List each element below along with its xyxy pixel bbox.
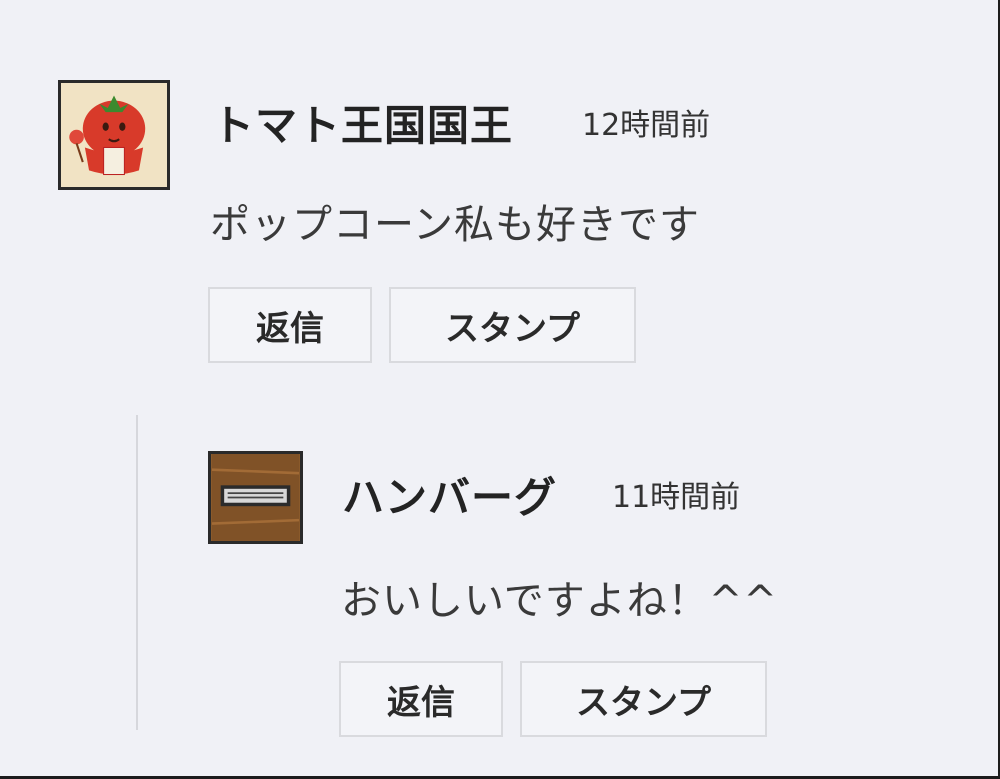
comment-timestamp: 11時間前 [612, 480, 741, 515]
comment-timestamp: 12時間前 [582, 108, 711, 143]
tomato-icon [62, 83, 166, 187]
reply-button[interactable]: 返信 [339, 661, 503, 737]
comment-text: おいしいですよね！^^ [341, 578, 778, 624]
avatar[interactable] [58, 80, 170, 190]
stamp-button[interactable]: スタンプ [389, 287, 636, 363]
stamp-button[interactable]: スタンプ [520, 661, 767, 737]
reply-thread-line [136, 415, 138, 730]
avatar[interactable] [208, 451, 303, 544]
comment-author[interactable]: ハンバーグ [342, 464, 557, 525]
reply-button[interactable]: 返信 [208, 287, 372, 363]
wood-plaque-icon [211, 454, 300, 541]
comment-author[interactable]: トマト王国国王 [212, 92, 513, 153]
comment-text: ポップコーン私も好きです [210, 202, 700, 248]
